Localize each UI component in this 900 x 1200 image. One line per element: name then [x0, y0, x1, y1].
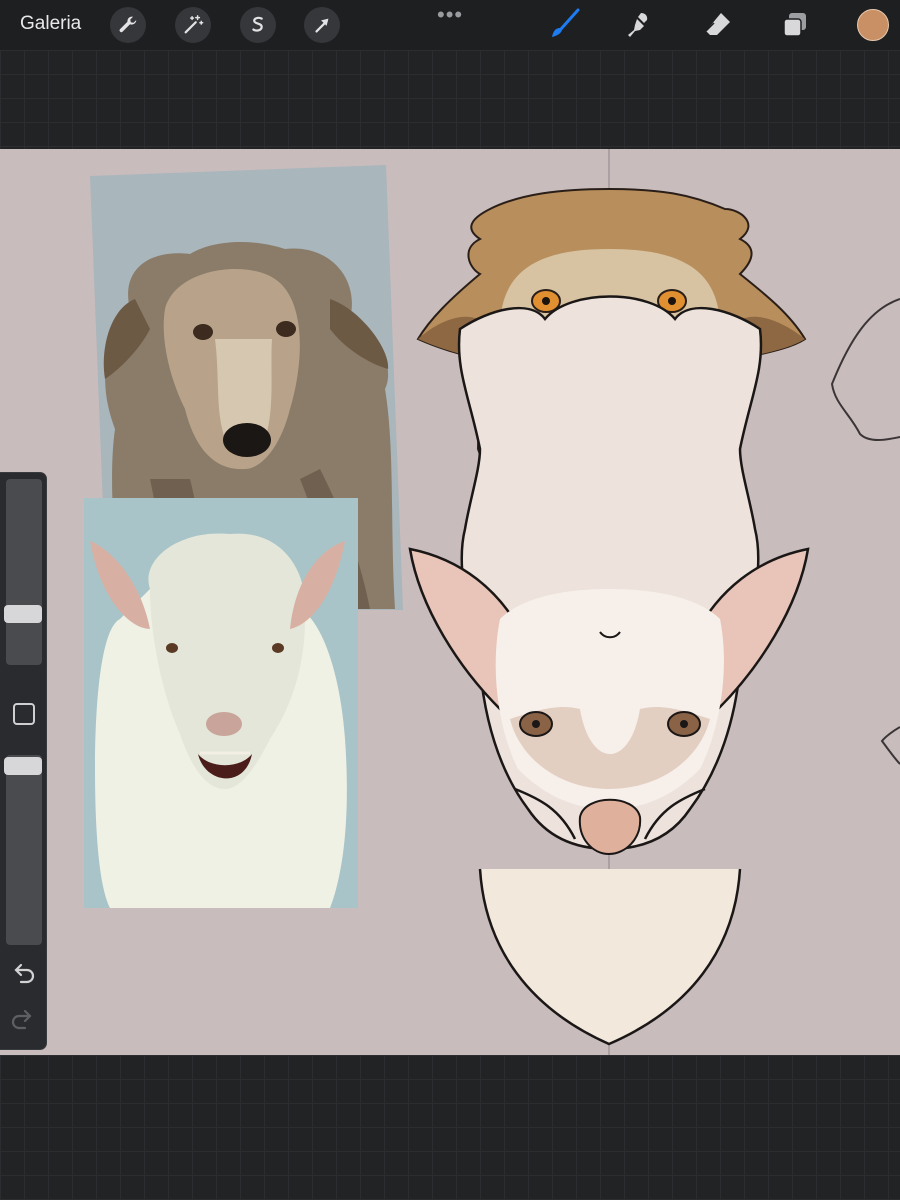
- sheep-head-drawing: [408, 295, 810, 1046]
- brush-size-knob[interactable]: [4, 605, 42, 623]
- opacity-slider[interactable]: [4, 755, 42, 945]
- opacity-knob[interactable]: [4, 757, 42, 775]
- modify-square-icon[interactable]: [13, 703, 35, 725]
- brush-icon[interactable]: [545, 6, 583, 44]
- wrench-icon[interactable]: [110, 7, 146, 43]
- layers-icon[interactable]: [776, 6, 814, 44]
- drawing-canvas[interactable]: [0, 149, 900, 1055]
- workspace-background-top: [0, 50, 900, 149]
- undo-icon[interactable]: [9, 960, 37, 988]
- eraser-icon[interactable]: [699, 6, 737, 44]
- transform-arrow-icon[interactable]: [304, 7, 340, 43]
- redo-icon[interactable]: [9, 1006, 37, 1034]
- smudge-icon[interactable]: [621, 6, 659, 44]
- top-toolbar: Galeria •••: [0, 0, 900, 50]
- workspace-background-bottom: [0, 1055, 900, 1200]
- brush-size-slider[interactable]: [4, 479, 42, 665]
- magic-wand-icon[interactable]: [175, 7, 211, 43]
- more-options-icon[interactable]: •••: [437, 2, 463, 28]
- brush-sidebar: [0, 473, 46, 1049]
- partial-sketch-right: [830, 298, 900, 765]
- gallery-button[interactable]: Galeria: [20, 13, 81, 35]
- sheep-photo: [84, 498, 358, 908]
- color-picker-swatch[interactable]: [857, 9, 889, 41]
- selection-icon[interactable]: [240, 7, 276, 43]
